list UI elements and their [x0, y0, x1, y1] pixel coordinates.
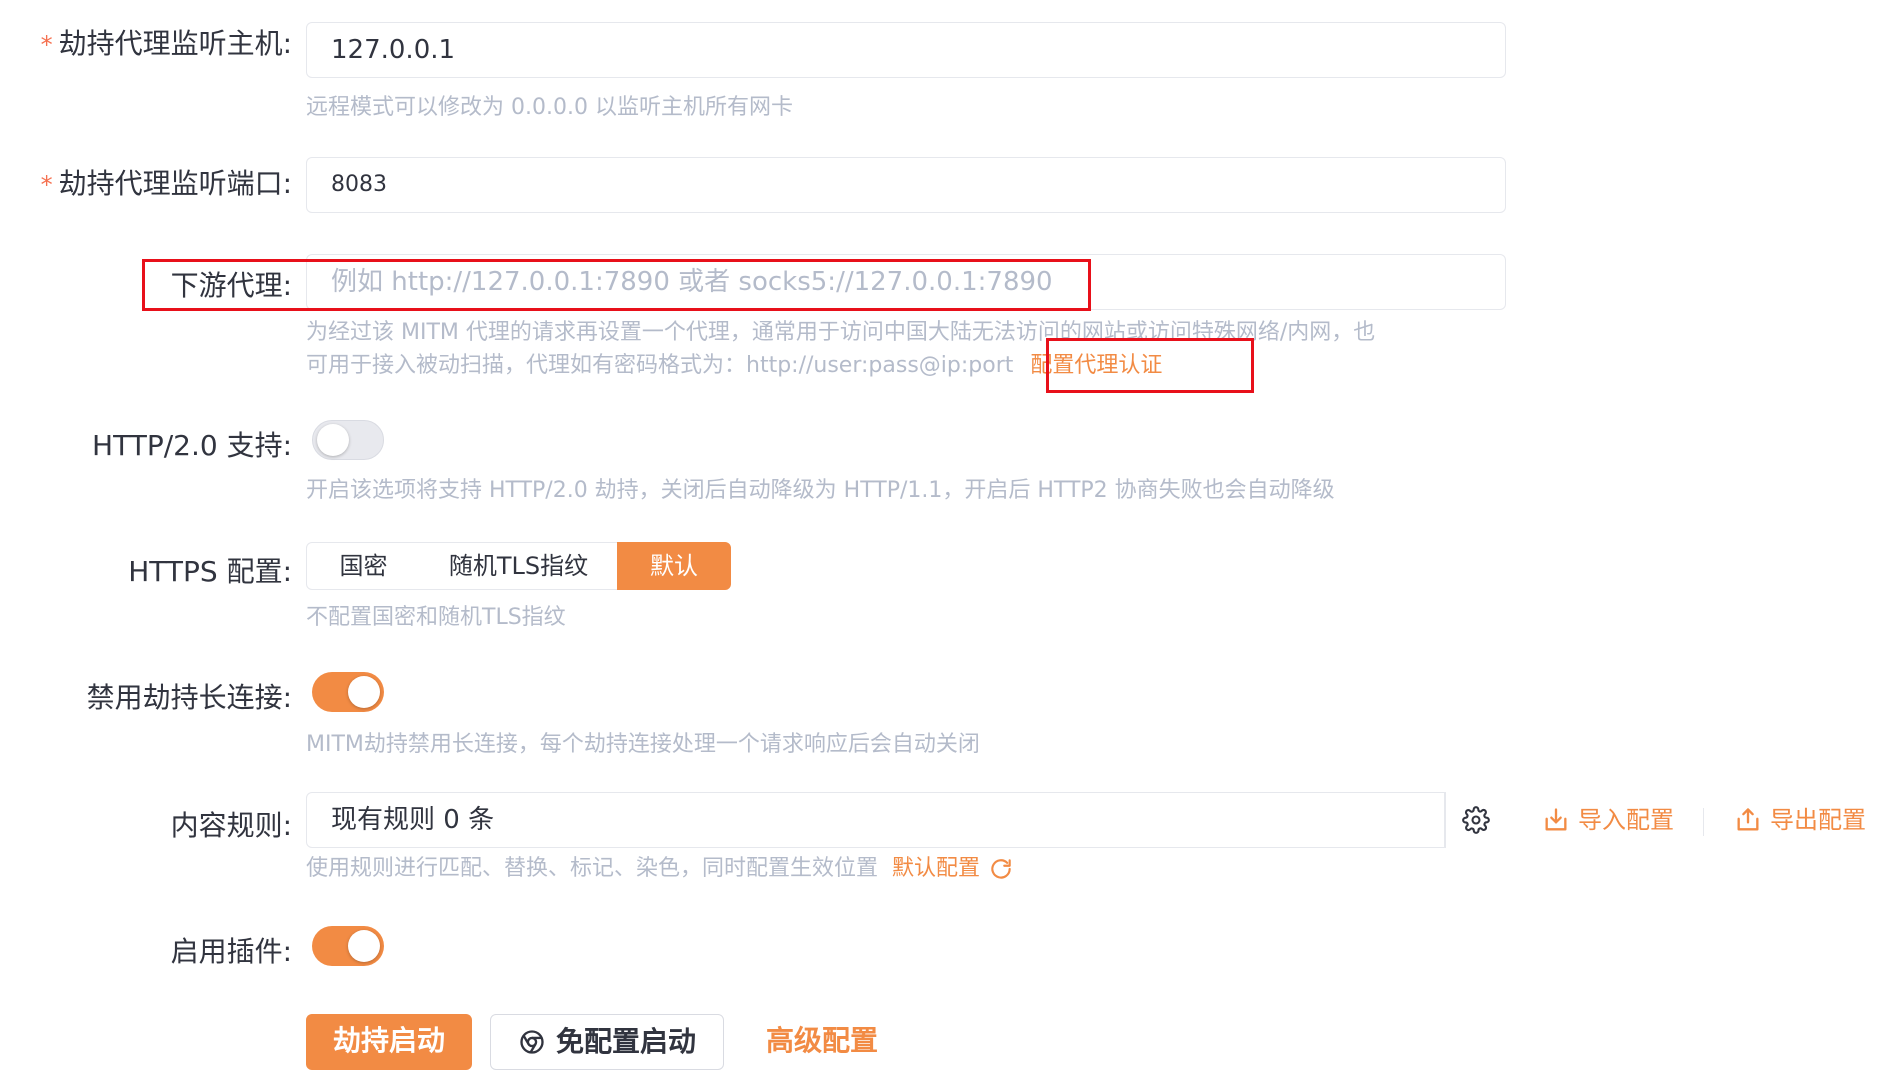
required-mark: *	[40, 171, 53, 199]
disable-keepalive-label: 禁用劫持长连接:	[86, 681, 292, 714]
refresh-icon[interactable]	[988, 856, 1014, 882]
http2-toggle[interactable]	[312, 420, 384, 460]
toggle-knob	[348, 676, 380, 708]
advanced-config-button[interactable]: 高级配置	[766, 1014, 886, 1070]
export-icon	[1737, 808, 1759, 831]
rules-settings-button[interactable]	[1444, 792, 1506, 848]
gear-icon	[1461, 806, 1490, 834]
export-config-button[interactable]: 导出配置	[1734, 800, 1866, 840]
http2-label: HTTP/2.0 支持:	[92, 429, 292, 462]
toggle-knob	[348, 930, 380, 962]
host-label: * 劫持代理监听主机:	[40, 27, 292, 60]
no-config-start-button[interactable]: 免配置启动	[490, 1014, 724, 1070]
https-option-guomi[interactable]: 国密	[306, 542, 421, 590]
disable-keepalive-toggle[interactable]	[312, 672, 384, 712]
import-icon	[1545, 808, 1567, 831]
port-input[interactable]: 8083	[306, 157, 1506, 213]
highlight-box-auth	[1046, 338, 1254, 393]
import-config-button[interactable]: 导入配置	[1542, 800, 1674, 840]
http2-help: 开启该选项将支持 HTTP/2.0 劫持，关闭后自动降级为 HTTP/1.1，开…	[306, 478, 1335, 503]
start-hijack-button[interactable]: 劫持启动	[306, 1014, 472, 1070]
toggle-knob	[317, 424, 349, 456]
host-input[interactable]: 127.0.0.1	[306, 22, 1506, 78]
https-help: 不配置国密和随机TLS指纹	[306, 605, 566, 630]
content-rules-help: 使用规则进行匹配、替换、标记、染色，同时配置生效位置 默认配置	[306, 852, 1014, 885]
https-option-random-tls[interactable]: 随机TLS指纹	[420, 542, 618, 590]
plugins-toggle[interactable]	[312, 926, 384, 966]
required-mark: *	[40, 31, 53, 59]
default-config-link[interactable]: 默认配置	[892, 852, 980, 885]
chrome-icon	[520, 1030, 544, 1054]
port-label: * 劫持代理监听端口:	[40, 167, 292, 200]
https-option-default[interactable]: 默认	[617, 542, 731, 590]
content-rules-label: 内容规则:	[170, 809, 292, 842]
https-label: HTTPS 配置:	[128, 555, 292, 588]
content-rules-display[interactable]: 现有规则 0 条	[306, 792, 1446, 848]
plugins-label: 启用插件:	[170, 935, 292, 968]
downstream-proxy-help-2: 可用于接入被动扫描，代理如有密码格式为：http://user:pass@ip:…	[306, 353, 1163, 378]
disable-keepalive-help: MITM劫持禁用长连接，每个劫持连接处理一个请求响应后会自动关闭	[306, 732, 980, 757]
action-divider	[1703, 808, 1704, 836]
host-help: 远程模式可以修改为 0.0.0.0 以监听主机所有网卡	[306, 95, 793, 120]
highlight-box-downstream	[142, 259, 1091, 311]
